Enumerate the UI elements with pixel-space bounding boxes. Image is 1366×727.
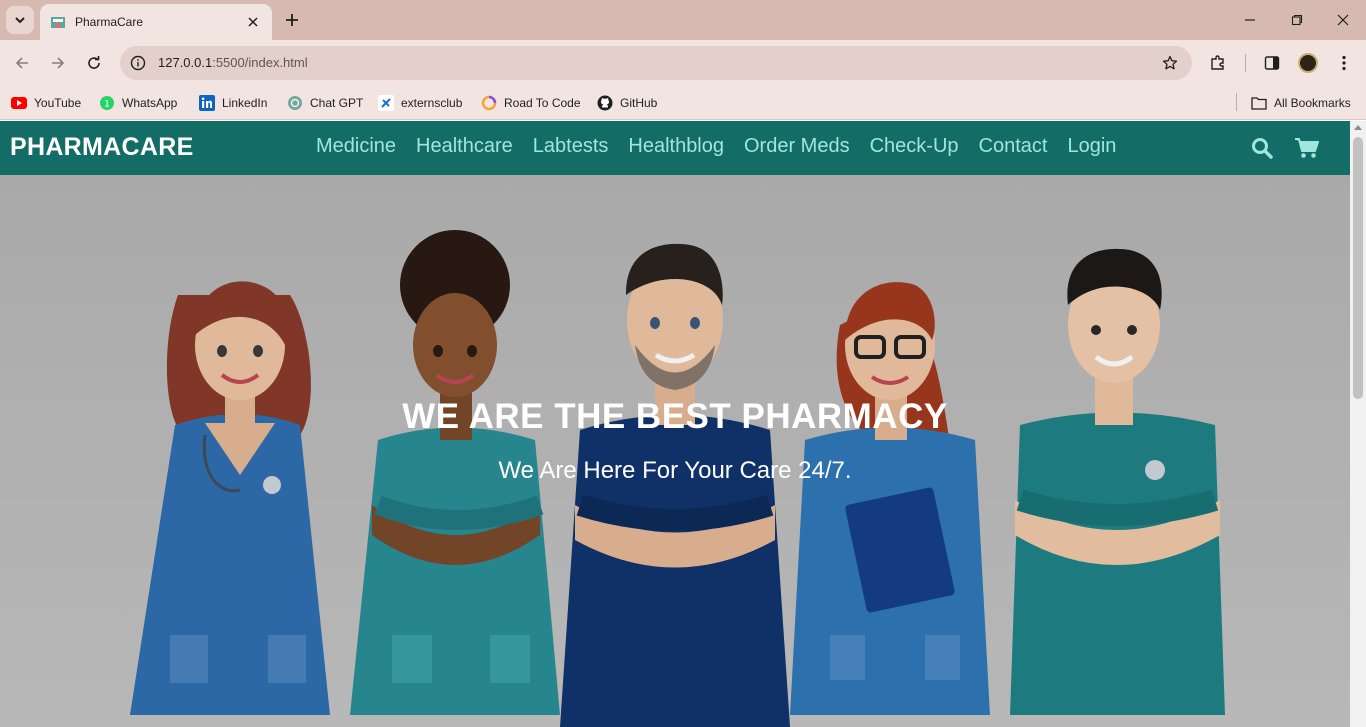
close-icon xyxy=(248,17,258,27)
site-info-button[interactable] xyxy=(128,53,148,73)
address-url: 127.0.0.1:5500/index.html xyxy=(158,55,308,70)
tab-close-button[interactable] xyxy=(244,13,262,31)
info-icon xyxy=(130,55,146,71)
scroll-up-arrow[interactable] xyxy=(1354,125,1362,130)
bookmark-label: Road To Code xyxy=(504,96,581,110)
star-icon xyxy=(1162,55,1178,70)
minimize-icon xyxy=(1245,19,1255,21)
hero-subtitle: We Are Here For Your Care 24/7. xyxy=(498,457,852,484)
github-icon xyxy=(597,95,613,111)
bookmark-chatgpt[interactable]: Chat GPT xyxy=(287,93,363,113)
site-logo[interactable]: PHARMACARE xyxy=(10,133,194,162)
forward-button[interactable] xyxy=(44,49,72,77)
hero-section: WE ARE THE BEST PHARMACY We Are Here For… xyxy=(0,175,1350,727)
address-bar[interactable]: 127.0.0.1:5500/index.html xyxy=(120,46,1192,80)
nav-login[interactable]: Login xyxy=(1067,135,1116,158)
reload-button[interactable] xyxy=(80,49,108,77)
bookmark-label: LinkedIn xyxy=(222,96,268,110)
puzzle-icon xyxy=(1211,55,1224,70)
nav-labtests[interactable]: Labtests xyxy=(533,135,609,158)
chatgpt-icon xyxy=(287,95,303,111)
bookmark-star-button[interactable] xyxy=(1160,53,1180,73)
bookmark-label: Chat GPT xyxy=(310,96,364,110)
bookmarks-divider xyxy=(1236,93,1237,111)
side-panel-icon xyxy=(1264,56,1280,70)
browser-menu-button[interactable] xyxy=(1333,52,1355,74)
search-button[interactable] xyxy=(1249,135,1275,161)
bookmarks-bar: YouTube 1 WhatsApp LinkedIn Chat GPT ext… xyxy=(0,86,1366,120)
main-nav: Medicine Healthcare Labtests Healthblog … xyxy=(316,135,1116,158)
nav-medicine[interactable]: Medicine xyxy=(316,135,396,158)
bookmark-label: YouTube xyxy=(34,96,82,110)
scroll-thumb[interactable] xyxy=(1353,137,1363,399)
all-bookmarks-button[interactable]: All Bookmarks xyxy=(1251,93,1351,113)
linkedin-icon xyxy=(199,95,215,111)
svg-text:1: 1 xyxy=(104,100,110,110)
nav-check-up[interactable]: Check-Up xyxy=(870,135,959,158)
reload-icon xyxy=(88,56,100,69)
page-viewport: PHARMACARE Medicine Healthcare Labtests … xyxy=(0,121,1350,727)
extensions-button[interactable] xyxy=(1207,52,1229,74)
nav-healthblog[interactable]: Healthblog xyxy=(628,135,724,158)
tab-title: PharmaCare xyxy=(75,15,144,29)
more-vertical-icon xyxy=(1342,55,1346,71)
minimize-button[interactable] xyxy=(1227,0,1273,40)
nav-order-meds[interactable]: Order Meds xyxy=(744,135,850,158)
page-scrollbar[interactable] xyxy=(1350,121,1366,727)
toolbar-divider xyxy=(1245,54,1246,72)
bookmark-roadtocode[interactable]: Road To Code xyxy=(481,93,581,113)
youtube-icon xyxy=(11,95,27,111)
close-icon xyxy=(1337,14,1349,26)
whatsapp-icon: 1 xyxy=(99,95,115,111)
url-host: 127.0.0.1 xyxy=(158,55,213,70)
cart-button[interactable] xyxy=(1294,135,1320,161)
tab-search-button[interactable] xyxy=(6,6,34,34)
chevron-down-icon xyxy=(15,17,25,24)
all-bookmarks-label: All Bookmarks xyxy=(1274,96,1351,110)
url-path: :5500/index.html xyxy=(212,55,308,70)
plus-icon xyxy=(286,14,298,26)
bookmark-externsclub[interactable]: externsclub xyxy=(378,93,462,113)
pharmacy-favicon-icon xyxy=(51,17,65,28)
roadtocode-icon xyxy=(481,95,497,111)
nav-contact[interactable]: Contact xyxy=(979,135,1048,158)
bookmark-linkedin[interactable]: LinkedIn xyxy=(199,93,267,113)
bookmark-whatsapp[interactable]: 1 WhatsApp xyxy=(99,93,177,113)
bookmark-youtube[interactable]: YouTube xyxy=(11,93,81,113)
browser-tabstrip: PharmaCare xyxy=(0,0,1366,40)
bookmark-label: externsclub xyxy=(401,96,463,110)
bookmark-label: GitHub xyxy=(620,96,658,110)
search-icon xyxy=(1252,138,1273,159)
restore-button[interactable] xyxy=(1274,0,1320,40)
arrow-left-icon xyxy=(15,57,28,69)
browser-tab-active[interactable]: PharmaCare xyxy=(40,4,272,40)
bookmark-github[interactable]: GitHub xyxy=(597,93,657,113)
externsclub-icon xyxy=(378,95,394,111)
folder-icon xyxy=(1251,95,1267,111)
close-window-button[interactable] xyxy=(1320,0,1366,40)
avatar xyxy=(1298,53,1318,73)
side-panel-button[interactable] xyxy=(1261,52,1283,74)
restore-icon xyxy=(1291,14,1303,26)
cart-icon xyxy=(1295,138,1319,158)
hero-title: WE ARE THE BEST PHARMACY xyxy=(402,397,948,436)
profile-button[interactable] xyxy=(1297,52,1319,74)
arrow-right-icon xyxy=(52,57,65,69)
browser-toolbar: 127.0.0.1:5500/index.html xyxy=(0,40,1366,86)
bookmark-label: WhatsApp xyxy=(122,96,178,110)
nav-healthcare[interactable]: Healthcare xyxy=(416,135,513,158)
site-header: PHARMACARE Medicine Healthcare Labtests … xyxy=(0,121,1350,175)
back-button[interactable] xyxy=(8,49,36,77)
hero-dim-overlay xyxy=(0,175,1350,727)
new-tab-button[interactable] xyxy=(282,10,302,30)
